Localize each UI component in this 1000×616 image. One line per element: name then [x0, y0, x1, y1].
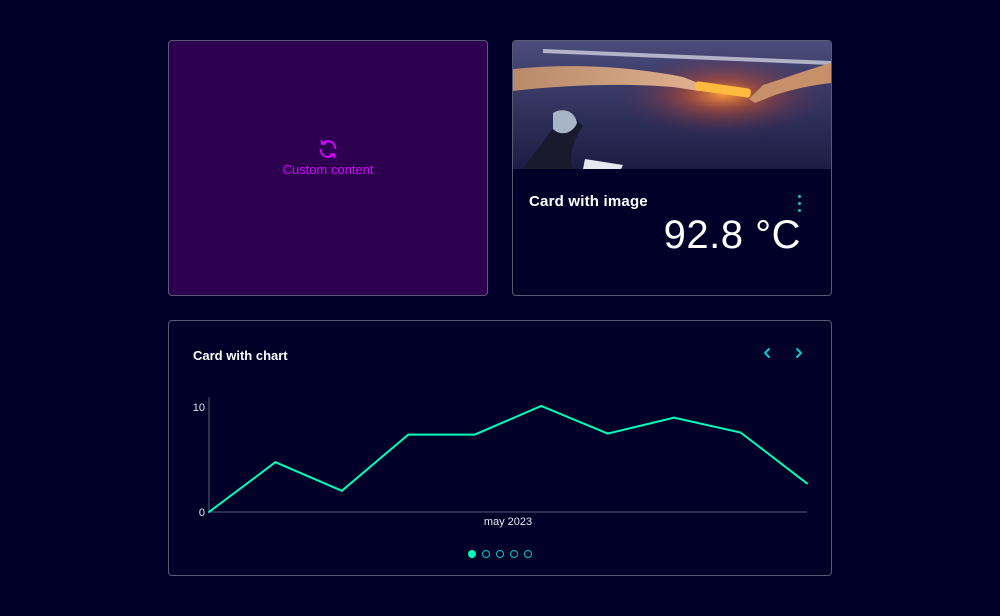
image-card-title: Card with image — [529, 193, 648, 210]
data-point — [407, 433, 410, 436]
pagination-dots — [169, 550, 831, 558]
image-card: Card with image 92.8 °C — [512, 40, 832, 296]
x-axis-label: may 2023 — [484, 516, 532, 528]
refresh-icon[interactable] — [317, 138, 339, 160]
custom-content-label: Custom content — [282, 161, 374, 177]
pagination-dot[interactable] — [496, 550, 504, 558]
data-point — [340, 489, 343, 492]
custom-content-card: Custom content — [168, 40, 488, 296]
data-point — [540, 405, 543, 407]
y-tick-label-max: 10 — [193, 402, 205, 414]
chart-card: Card with chart 10 0 may 2023 — [168, 320, 832, 576]
data-point — [606, 432, 609, 435]
series-line-0 — [208, 404, 808, 513]
y-tick-label-min: 0 — [199, 507, 205, 519]
data-point — [739, 431, 742, 434]
relay-baton-image — [513, 41, 831, 169]
pagination-dot[interactable] — [482, 550, 490, 558]
kebab-menu-icon[interactable] — [791, 191, 807, 215]
data-point — [473, 433, 476, 436]
pagination-dot[interactable] — [510, 550, 518, 558]
data-point — [806, 482, 808, 485]
data-point — [274, 461, 277, 464]
pagination-dot[interactable] — [524, 550, 532, 558]
data-point — [673, 416, 676, 419]
line-chart: 10 0 may 2023 — [193, 397, 808, 528]
data-point — [208, 511, 210, 513]
pagination-dot[interactable] — [468, 550, 476, 558]
temperature-value: 92.8 °C — [663, 213, 801, 257]
